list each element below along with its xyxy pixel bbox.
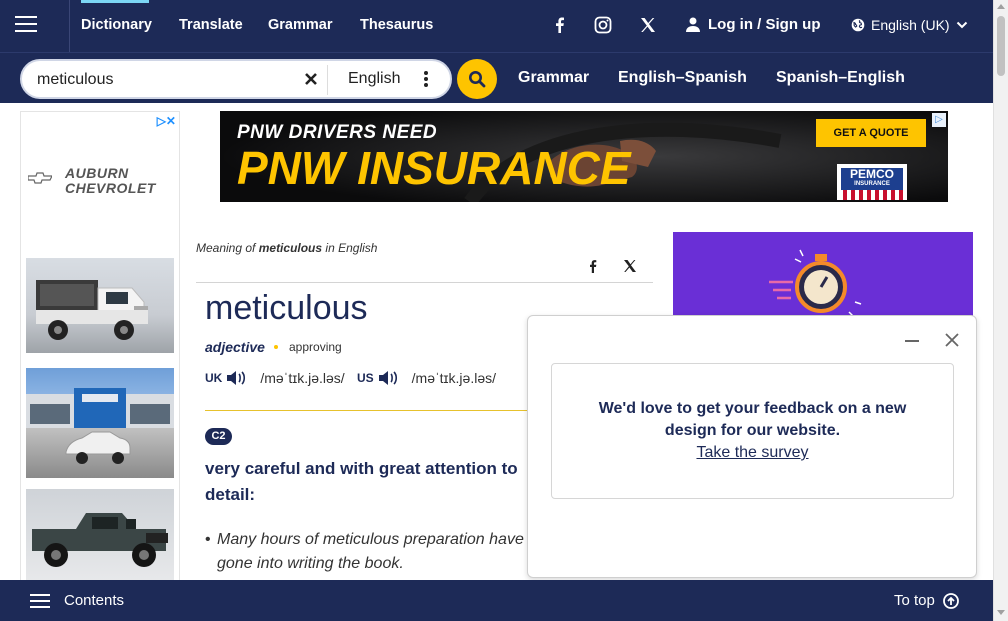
to-top-button[interactable]: To top xyxy=(894,592,959,609)
meaning-line: Meaning of meticulous in English xyxy=(196,241,377,255)
pemco-brand-sub: INSURANCE xyxy=(854,181,890,187)
bottom-bar: Contents To top xyxy=(0,580,993,621)
ipa-us: /məˈtɪk.jə.ləs/ xyxy=(411,370,497,386)
globe-icon xyxy=(851,18,865,32)
search-input[interactable] xyxy=(37,69,297,91)
search-box: English xyxy=(20,59,452,99)
to-top-label: To top xyxy=(894,592,935,609)
list-icon xyxy=(30,593,50,608)
pemco-logo: PEMCO INSURANCE xyxy=(837,164,907,200)
banner-headline-2: PNW INSURANCE xyxy=(237,142,631,194)
headword: meticulous xyxy=(205,289,368,327)
share-x-icon[interactable] xyxy=(622,258,638,274)
x-twitter-icon[interactable] xyxy=(638,15,658,35)
meaning-prefix: Meaning of xyxy=(196,241,259,255)
chevrolet-logo xyxy=(28,172,52,184)
part-of-speech: adjective xyxy=(205,339,265,355)
nav-link-dictionary[interactable]: Dictionary xyxy=(81,17,152,33)
take-survey-link[interactable]: Take the survey xyxy=(696,442,808,464)
adchoices-icon[interactable]: ▷✕ xyxy=(157,114,176,128)
pickup-truck-image xyxy=(26,489,174,580)
nav-divider xyxy=(69,0,70,52)
login-button[interactable]: Log in / Sign up xyxy=(686,16,820,33)
pemco-brand: PEMCO xyxy=(849,167,894,181)
search-separator xyxy=(327,65,328,95)
example-sentence: • Many hours of meticulous preparation h… xyxy=(205,528,535,576)
example-bullet: • xyxy=(205,531,211,548)
close-icon[interactable] xyxy=(945,333,959,347)
meaning-suffix: in English xyxy=(322,241,378,255)
ipa-uk: /məˈtɪk.jə.ləs/ xyxy=(260,370,345,386)
sense-divider xyxy=(205,410,535,411)
entry-divider xyxy=(196,282,653,283)
get-a-quote-button[interactable]: GET A QUOTE xyxy=(816,119,926,147)
pronunciation-uk: UK /məˈtɪk.jə.ləs/ xyxy=(205,370,345,386)
banner-headline-1: PNW DRIVERS NEED xyxy=(237,122,438,143)
banner-ad[interactable]: PNW DRIVERS NEED PNW INSURANCE GET A QUO… xyxy=(220,111,948,202)
scrollbar[interactable] xyxy=(993,0,1008,621)
feedback-popup: We'd love to get your feedback on a new … xyxy=(527,315,977,578)
chevron-down-icon xyxy=(956,21,967,29)
feedback-message: We'd love to get your feedback on a new … xyxy=(598,400,907,439)
example-text: Many hours of meticulous preparation hav… xyxy=(217,531,524,572)
truck-image xyxy=(26,258,174,353)
sublink-spanish-english[interactable]: Spanish–English xyxy=(776,69,905,87)
left-ad[interactable]: ▷✕ AUBURN CHEVROLET xyxy=(20,111,180,581)
pemco-flag-stripes xyxy=(837,190,907,200)
instagram-icon[interactable] xyxy=(593,15,613,35)
language-label: English (UK) xyxy=(871,17,950,33)
feedback-card: We'd love to get your feedback on a new … xyxy=(551,363,954,499)
facebook-icon[interactable] xyxy=(550,15,570,35)
definition: very careful and with great attention to… xyxy=(205,459,518,504)
nav-link-translate[interactable]: Translate xyxy=(179,17,243,33)
sublink-english-spanish[interactable]: English–Spanish xyxy=(618,69,747,87)
cefr-level-badge: C2 xyxy=(205,428,232,445)
pronunciation-us: US /məˈtɪk.jə.ləs/ xyxy=(357,370,496,386)
sublink-grammar[interactable]: Grammar xyxy=(518,69,589,87)
scroll-thumb[interactable] xyxy=(997,16,1005,76)
nav-link-thesaurus[interactable]: Thesaurus xyxy=(360,17,433,33)
scroll-down-arrow[interactable] xyxy=(997,610,1005,615)
banner-adchoices-icon[interactable]: ▷ xyxy=(932,113,946,127)
separator-dot xyxy=(274,345,278,349)
dealer-name: AUBURN CHEVROLET xyxy=(65,165,156,196)
share-facebook-icon[interactable] xyxy=(585,258,601,274)
user-icon xyxy=(686,17,700,32)
search-language-select[interactable]: English xyxy=(348,70,400,88)
language-selector[interactable]: English (UK) xyxy=(851,17,968,33)
meaning-word: meticulous xyxy=(258,241,323,255)
nav-link-grammar[interactable]: Grammar xyxy=(268,17,332,33)
usage-label: approving xyxy=(289,340,342,354)
search-icon xyxy=(469,71,486,88)
nav-active-indicator xyxy=(81,0,149,3)
contents-button[interactable]: Contents xyxy=(30,592,124,609)
menu-icon[interactable] xyxy=(15,16,37,34)
search-button[interactable] xyxy=(457,59,497,99)
dealership-image xyxy=(26,368,174,478)
contents-label: Contents xyxy=(64,592,125,609)
us-label: US xyxy=(357,371,374,385)
audio-uk-icon[interactable] xyxy=(226,370,246,386)
arrow-up-circle-icon xyxy=(942,592,959,609)
uk-label: UK xyxy=(205,371,223,385)
audio-us-icon[interactable] xyxy=(378,370,398,386)
scroll-up-arrow[interactable] xyxy=(997,4,1005,9)
top-nav: Dictionary Translate Grammar Thesaurus L… xyxy=(0,0,993,52)
more-options-icon[interactable] xyxy=(424,71,428,87)
clear-search-icon[interactable] xyxy=(304,72,318,86)
login-label: Log in / Sign up xyxy=(708,16,821,33)
search-row: English Grammar English–Spanish Spanish–… xyxy=(0,52,993,103)
minimize-icon[interactable] xyxy=(905,340,919,342)
